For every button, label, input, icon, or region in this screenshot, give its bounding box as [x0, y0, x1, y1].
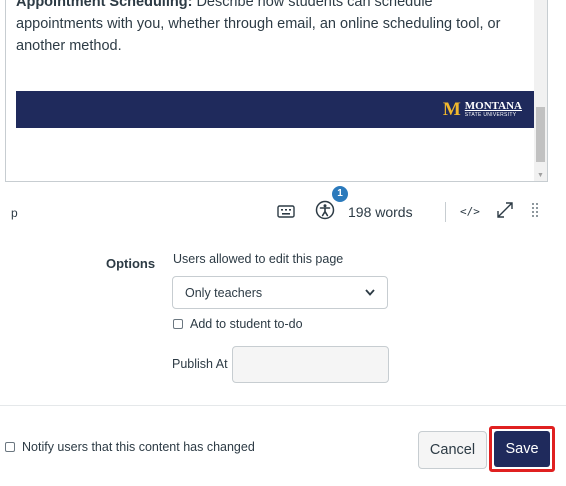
chevron-down-icon [365, 289, 375, 296]
footer-divider [0, 405, 566, 406]
msu-logo-name: MONTANA [464, 100, 522, 112]
edit-permissions-select[interactable]: Only teachers [172, 276, 388, 309]
editor-line-3: another method. [16, 38, 122, 54]
editor-content[interactable]: Appointment Scheduling: Describe how stu… [16, 0, 521, 57]
appointment-heading: Appointment Scheduling: [16, 0, 193, 10]
editor-line-1: Describe how students can schedule [196, 0, 433, 10]
a11y-issue-count-badge: 1 [332, 186, 348, 202]
statusbar-divider [445, 202, 446, 222]
editor-statusbar: p 1 198 words </> [5, 186, 546, 232]
notify-users-option[interactable]: Notify users that this content has chang… [5, 440, 255, 454]
student-todo-label: Add to student to-do [190, 317, 303, 331]
notify-users-label: Notify users that this content has chang… [22, 440, 255, 454]
scrollbar-thumb[interactable] [536, 107, 545, 162]
resize-handle-icon[interactable] [531, 202, 539, 218]
word-count: 198 words [348, 204, 413, 220]
scroll-down-arrow-icon[interactable]: ▼ [534, 172, 547, 179]
student-todo-option[interactable]: Add to student to-do [173, 317, 303, 331]
msu-logo: M MONTANA STATE UNIVERSITY [443, 99, 522, 121]
html-editor-icon[interactable]: </> [460, 205, 480, 218]
notify-users-checkbox[interactable] [5, 442, 15, 452]
publish-at-label: Publish At [172, 357, 228, 371]
keyboard-shortcuts-icon[interactable] [277, 204, 295, 218]
msu-logo-mark: M [442, 98, 461, 120]
publish-at-input[interactable] [232, 346, 389, 383]
student-todo-checkbox[interactable] [173, 319, 183, 329]
rich-content-editor[interactable]: Appointment Scheduling: Describe how stu… [5, 0, 548, 182]
save-button[interactable]: Save [494, 431, 550, 467]
montana-state-banner: M MONTANA STATE UNIVERSITY [16, 91, 536, 128]
edit-permissions-value: Only teachers [185, 285, 263, 300]
editor-scrollbar[interactable]: ▼ [534, 0, 547, 181]
edit-permissions-label: Users allowed to edit this page [173, 252, 344, 266]
fullscreen-icon[interactable] [495, 200, 515, 220]
accessibility-checker-icon[interactable] [315, 200, 335, 220]
cancel-button[interactable]: Cancel [418, 431, 487, 469]
msu-logo-sub: STATE UNIVERSITY [464, 112, 517, 118]
editor-line-2: appointments with you, whether through e… [16, 16, 501, 32]
element-path[interactable]: p [11, 206, 18, 220]
options-label: Options [106, 256, 156, 271]
